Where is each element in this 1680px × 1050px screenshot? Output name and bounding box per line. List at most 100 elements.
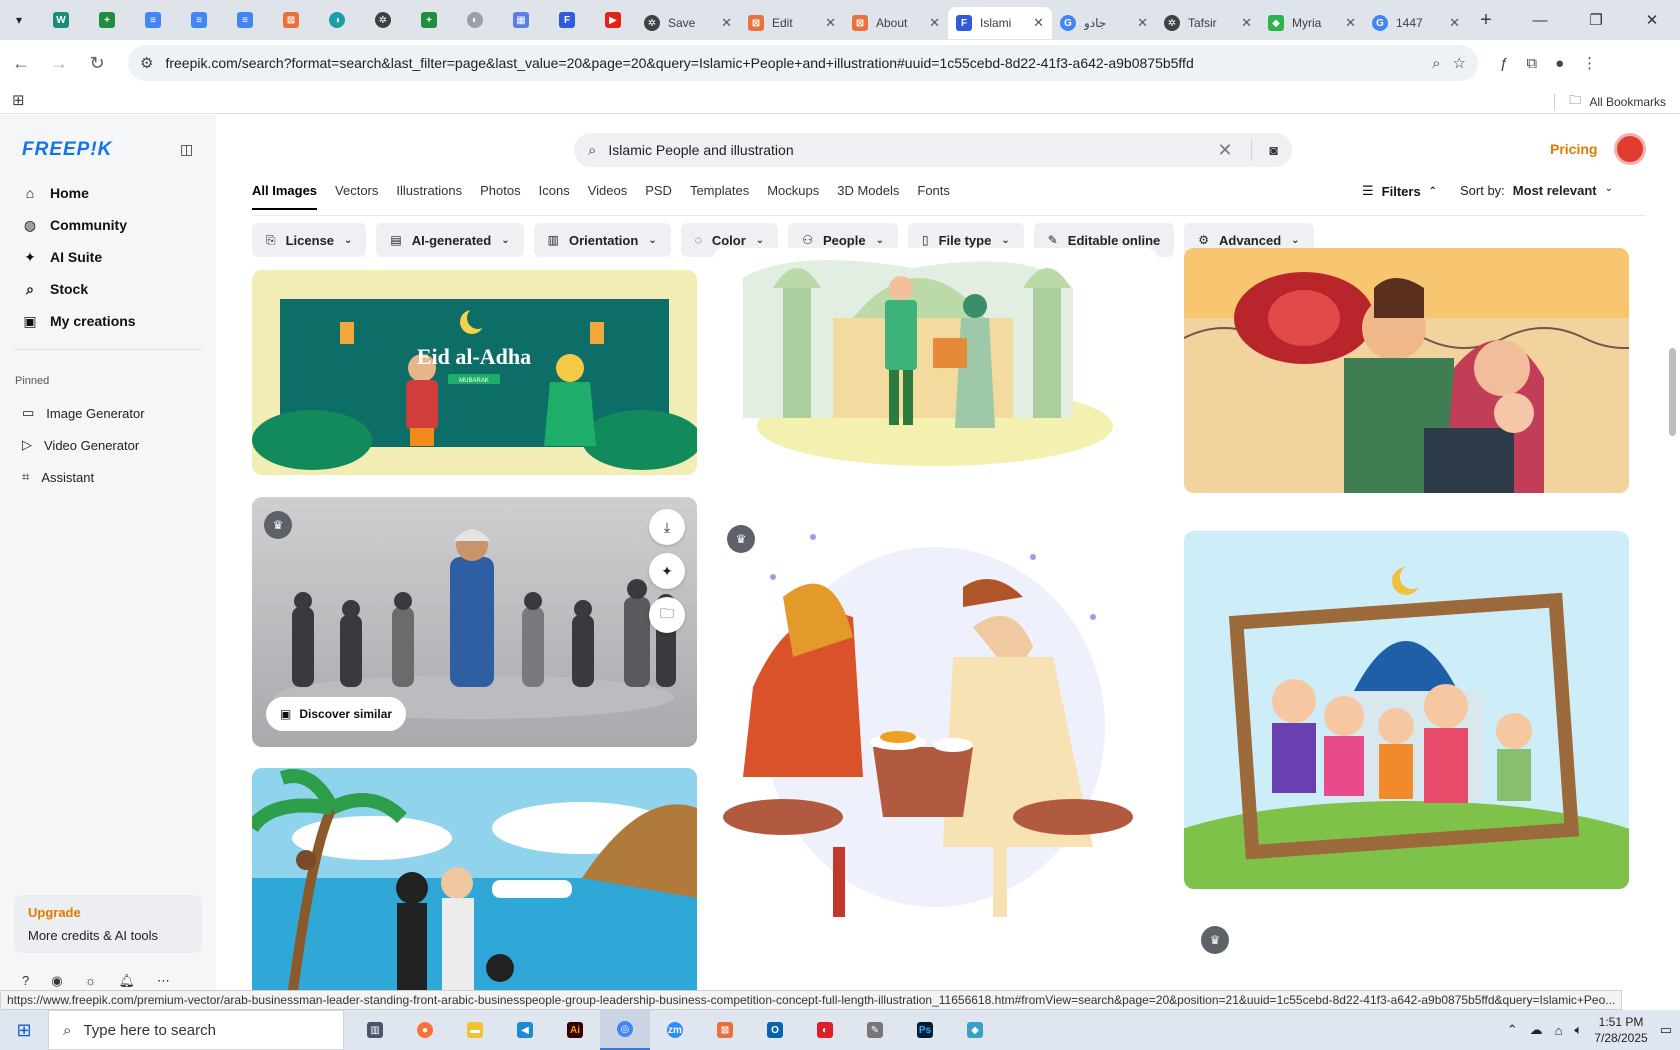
reload-button[interactable]: ↻ [80, 46, 114, 80]
restore-icon[interactable]: ❐ [1568, 0, 1624, 40]
new-tab-button[interactable]: + [1468, 9, 1504, 32]
camera-search-icon[interactable]: ◙ [1270, 142, 1278, 158]
tab-fonts[interactable]: Fonts [917, 175, 950, 210]
tab-templates[interactable]: Templates [690, 175, 749, 210]
sidebar-item-my-creations[interactable]: ▣ My creations [14, 305, 204, 337]
browser-tab[interactable]: ✲ Save ✕ [636, 7, 740, 39]
tab-psd[interactable]: PSD [645, 175, 672, 210]
zoom-icon[interactable]: zm [650, 1010, 700, 1050]
pinned-tab-10[interactable]: ◐ [452, 0, 498, 40]
tab-illustrations[interactable]: Illustrations [396, 175, 462, 210]
filter-orientation[interactable]: ▥ Orientation ⌄ [533, 223, 671, 257]
close-icon[interactable]: ✕ [929, 15, 940, 31]
close-icon[interactable]: ✕ [1137, 15, 1148, 31]
app-diamond-icon[interactable]: ◆ [950, 1010, 1000, 1050]
onedrive-icon[interactable]: ☁ [1530, 1022, 1543, 1038]
apps-grid-icon[interactable]: ⊞ [12, 91, 25, 109]
collapse-sidebar-icon[interactable]: ◫ [180, 141, 193, 158]
result-card-eid-banner[interactable]: Eid al-Adha MUBARAK [252, 270, 697, 475]
download-icon[interactable]: ⤓ [649, 509, 685, 545]
network-icon[interactable]: ⌂ [1555, 1023, 1563, 1038]
search-input[interactable] [608, 142, 1206, 158]
help-icon[interactable]: ? [22, 973, 29, 989]
photoshop-icon[interactable]: Ps [900, 1010, 950, 1050]
sidebar-item-video-generator[interactable]: ▷ Video Generator [14, 429, 204, 461]
profile-icon[interactable]: ● [1555, 55, 1564, 72]
sidebar-item-community[interactable]: ◍ Community [14, 209, 204, 241]
close-icon[interactable]: ✕ [825, 15, 836, 31]
pinned-tab-4[interactable]: ≡ [176, 0, 222, 40]
pen-tool-icon[interactable]: ✎ [850, 1010, 900, 1050]
url-text[interactable]: freepik.com/search?format=search&last_fi… [165, 55, 1420, 71]
result-card-beach-family[interactable] [252, 768, 697, 990]
result-card-arab-businessmen[interactable]: ♛ ⤓ ✦ 🗀 ▣ Discover similar [252, 497, 697, 747]
all-bookmarks-button[interactable]: 🗀 All Bookmarks [1554, 91, 1666, 112]
chrome-icon[interactable]: ◎ [600, 1010, 650, 1050]
close-window-icon[interactable]: ✕ [1624, 0, 1680, 40]
browser-tab[interactable]: G جادو ✕ [1052, 7, 1156, 39]
tab-photos[interactable]: Photos [480, 175, 520, 210]
illustrator-icon[interactable]: Ai [550, 1010, 600, 1050]
outlook-icon[interactable]: O [750, 1010, 800, 1050]
theme-icon[interactable]: ☼ [85, 973, 97, 989]
windows-start-icon[interactable]: ⊞ [0, 1010, 48, 1050]
pinned-tab-9[interactable]: + [406, 0, 452, 40]
save-to-collection-icon[interactable]: 🗀 [649, 597, 685, 633]
grid-app-icon[interactable]: ⊠ [700, 1010, 750, 1050]
close-icon[interactable]: ✕ [1449, 15, 1460, 31]
site-settings-icon[interactable]: ⚙ [140, 54, 153, 72]
tab-3d-models[interactable]: 3D Models [837, 175, 899, 210]
zoom-icon[interactable]: ⌕ [1432, 55, 1440, 72]
close-icon[interactable]: ✕ [721, 15, 732, 31]
sidebar-item-image-generator[interactable]: ▭ Image Generator [14, 397, 204, 429]
notifications-icon[interactable]: ▭ [1660, 1022, 1672, 1038]
tab-vectors[interactable]: Vectors [335, 175, 378, 210]
close-icon[interactable]: ✕ [1241, 15, 1252, 31]
browser-tab[interactable]: ⊠ Edit ✕ [740, 7, 844, 39]
pinned-tab-13[interactable]: ▶ [590, 0, 636, 40]
volume-icon[interactable]: 🔈︎ [1575, 1022, 1583, 1038]
address-bar[interactable]: ⚙ freepik.com/search?format=search&last_… [128, 45, 1478, 81]
vscode-icon[interactable]: ◀ [500, 1010, 550, 1050]
tab-videos[interactable]: Videos [588, 175, 628, 210]
extension-f-icon[interactable]: ƒ [1500, 55, 1508, 72]
page-scrollbar[interactable] [1666, 115, 1680, 990]
pinned-tab-12[interactable]: F [544, 0, 590, 40]
back-button[interactable]: ← [4, 46, 38, 80]
pinned-tab-3[interactable]: ≡ [130, 0, 176, 40]
pinned-tab-6[interactable]: ⊠ [268, 0, 314, 40]
tab-search-button[interactable]: ▾ [0, 0, 38, 40]
result-card-mosque-gift[interactable] [713, 248, 1157, 493]
tab-mockups[interactable]: Mockups [767, 175, 819, 210]
firefox-icon[interactable]: ● [400, 1010, 450, 1050]
pinned-tab-1[interactable]: W [38, 0, 84, 40]
extensions-icon[interactable]: ⧉ [1526, 55, 1537, 72]
pinned-tab-7[interactable]: ◑ [314, 0, 360, 40]
minimize-icon[interactable]: — [1512, 0, 1568, 40]
clear-search-icon[interactable]: ✕ [1217, 140, 1232, 161]
sidebar-item-assistant[interactable]: ⌗ Assistant [14, 461, 204, 493]
ai-edit-icon[interactable]: ✦ [649, 553, 685, 589]
creative-cloud-icon[interactable]: ◐ [800, 1010, 850, 1050]
close-icon[interactable]: ✕ [1345, 15, 1356, 31]
more-icon[interactable]: ⋯ [157, 973, 170, 989]
close-icon[interactable]: ✕ [1033, 15, 1044, 31]
file-explorer-icon[interactable]: ▬ [450, 1010, 500, 1050]
taskbar-search[interactable]: ⌕ Type here to search [48, 1010, 344, 1050]
tab-all-images[interactable]: All Images [252, 175, 318, 210]
upgrade-card[interactable]: Upgrade More credits & AI tools [14, 895, 202, 953]
freepik-logo[interactable]: FREEP!K [22, 139, 112, 161]
pinned-tab-11[interactable]: ▦ [498, 0, 544, 40]
system-clock[interactable]: 1:51 PM 7/28/2025 [1594, 1014, 1647, 1046]
sidebar-item-ai-suite[interactable]: ✦ AI Suite [14, 241, 204, 273]
result-card-kids-frame[interactable] [1184, 531, 1629, 889]
menu-icon[interactable]: ⋮ [1582, 54, 1597, 72]
pinned-tab-2[interactable]: + [84, 0, 130, 40]
search-bar[interactable]: ⌕ ✕ ◙ [574, 133, 1292, 167]
pricing-link[interactable]: Pricing [1550, 141, 1597, 157]
chevron-up-icon[interactable]: ⌃ [1507, 1022, 1518, 1038]
tab-icons[interactable]: Icons [539, 175, 570, 210]
browser-tab-active[interactable]: F Islami ✕ [948, 7, 1052, 39]
browser-tab[interactable]: ⊠ About ✕ [844, 7, 948, 39]
discord-icon[interactable]: ◉ [51, 973, 62, 989]
